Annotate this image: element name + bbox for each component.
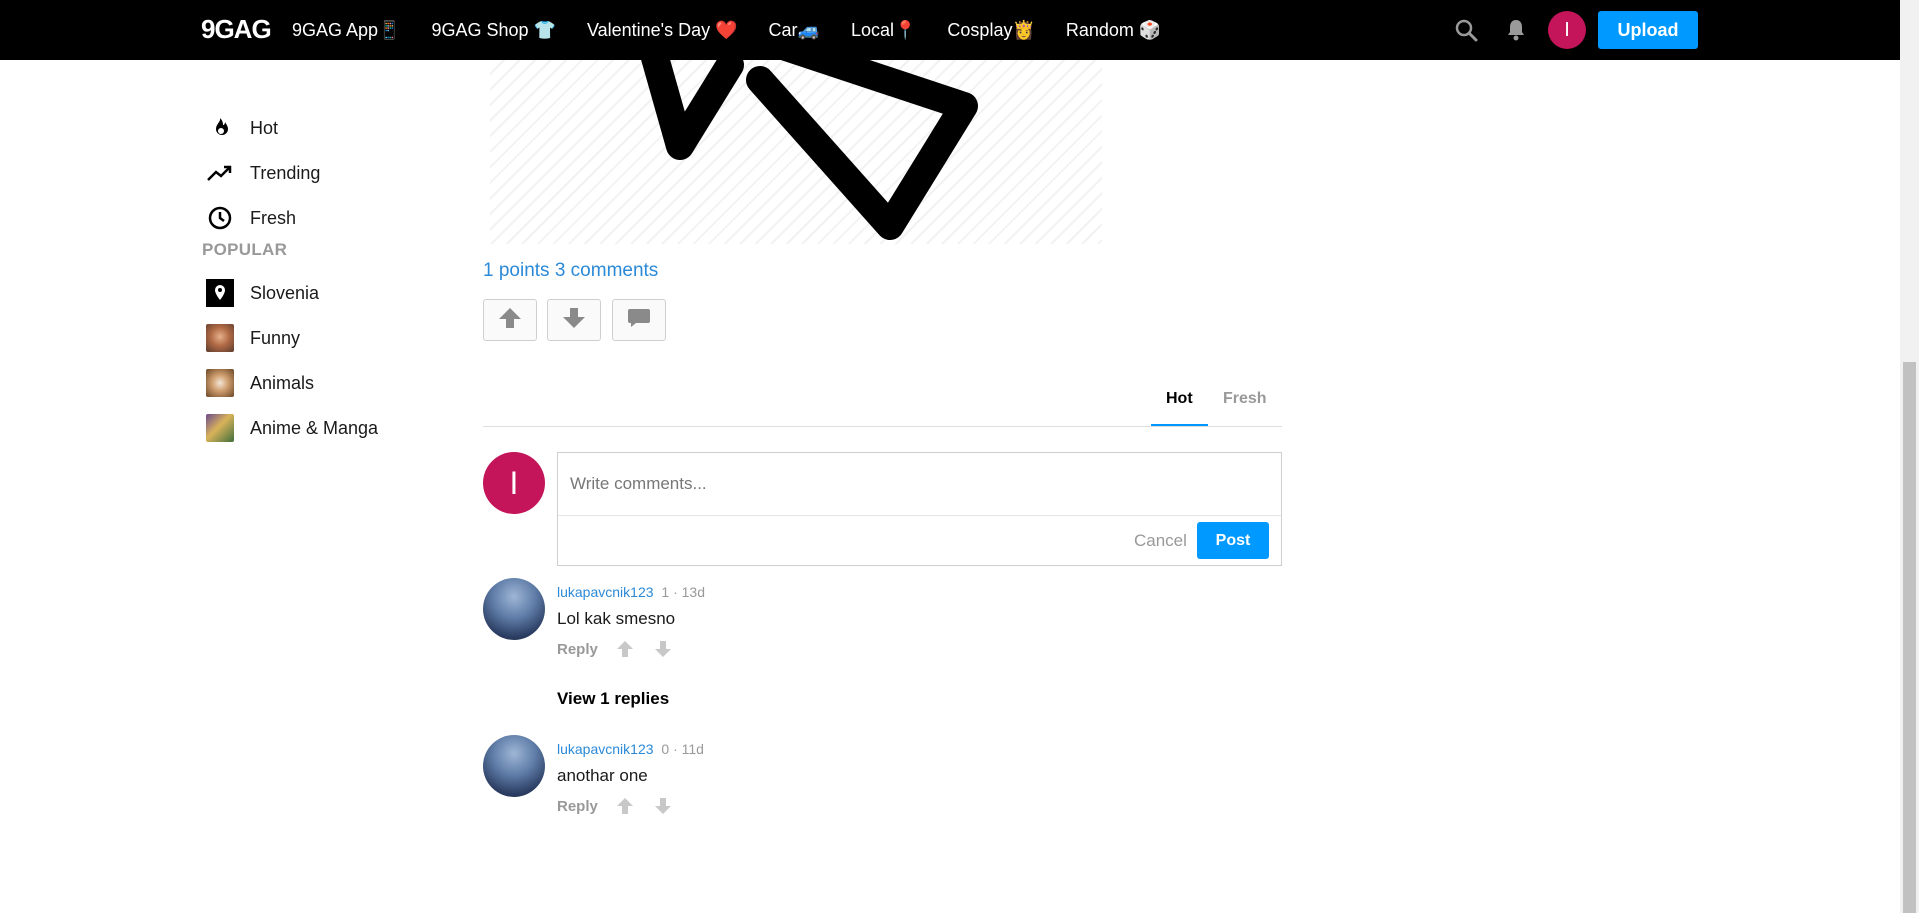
comment-header: lukapavcnik123 1 · 13d [557,584,705,600]
comment-actions: Reply [557,640,690,658]
page-scrollbar[interactable] [1900,0,1919,913]
composer-divider [558,515,1281,516]
post-comments-count[interactable]: 3 comments [555,260,658,281]
sidebar-item-label: Fresh [250,207,297,228]
sidebar-item-label: Animals [250,372,315,393]
comment-icon [626,306,652,335]
nav-item-cosplay[interactable]: Cosplay👸 [947,20,1034,41]
post-meta: 1 points 3 comments [483,260,658,282]
cancel-button[interactable]: Cancel [1134,531,1187,551]
tab-hot[interactable]: Hot [1166,390,1193,408]
scrollbar-thumb[interactable] [1903,362,1916,913]
comment-composer: Cancel Post [557,452,1282,566]
my-avatar: I [483,452,545,514]
comment-item: lukapavcnik123 1 · 13d Lol kak smesno Re… [483,578,1283,668]
comment-downvote-icon[interactable] [652,797,674,815]
nav-item-app[interactable]: 9GAG App📱 [292,20,400,41]
upload-button[interactable]: Upload [1598,11,1698,49]
comment-text: Lol kak smesno [557,609,676,628]
comment-upvote-icon[interactable] [614,640,636,658]
comment-upvote-icon[interactable] [614,797,636,815]
sidebar-item-anime[interactable]: Anime & Manga [206,410,378,446]
comment-input[interactable] [558,453,1281,515]
post-button[interactable]: Post [1197,522,1269,559]
clock-icon [206,204,234,232]
sidebar-item-hot[interactable]: Hot [206,110,278,146]
comment-actions: Reply [557,797,690,815]
top-navigation-bar: 9GAG 9GAG App📱 9GAG Shop 👕 Valentine's D… [0,0,1900,60]
downvote-button[interactable] [547,299,601,341]
bell-icon[interactable] [1504,18,1528,42]
sidebar-item-slovenia[interactable]: Slovenia [206,275,319,311]
post-image[interactable] [490,60,1102,244]
comment-time: · 13d [673,584,706,600]
comment-button[interactable] [612,299,666,341]
nav-item-car[interactable]: Car🚙 [769,20,820,41]
commenter-avatar[interactable] [483,735,545,797]
comment-username[interactable]: lukapavcnik123 [557,741,654,757]
location-pin-icon [206,279,234,307]
sidebar-item-trending[interactable]: Trending [206,155,320,191]
commenter-avatar[interactable] [483,578,545,640]
nav-item-local[interactable]: Local📍 [851,20,916,41]
search-icon[interactable] [1454,18,1478,42]
tabs-divider [483,426,1282,427]
top-nav: 9GAG App📱 9GAG Shop 👕 Valentine's Day ❤️… [292,0,1192,60]
sidebar-item-label: Slovenia [250,282,320,303]
reply-button[interactable]: Reply [557,798,598,815]
comment-points: 0 [661,741,670,757]
comment-text: anothar one [557,766,648,785]
tab-fresh[interactable]: Fresh [1223,390,1267,408]
comment-username[interactable]: lukapavcnik123 [557,584,654,600]
post-points[interactable]: 1 points [483,260,550,281]
site-logo[interactable]: 9GAG [201,14,272,45]
popular-heading: POPULAR [202,240,288,259]
view-replies-link[interactable]: View 1 replies [557,689,669,709]
trending-icon [206,159,234,187]
comment-time: · 11d [673,741,704,757]
anime-thumbnail [206,414,234,442]
nav-item-shop[interactable]: 9GAG Shop 👕 [431,20,555,41]
reply-button[interactable]: Reply [557,641,598,658]
flame-icon [206,114,234,142]
sidebar-item-label: Funny [250,327,301,348]
sidebar-item-funny[interactable]: Funny [206,320,300,356]
moon-icon[interactable] [1406,18,1430,42]
comment-downvote-icon[interactable] [652,640,674,658]
animals-thumbnail [206,369,234,397]
funny-thumbnail [206,324,234,352]
downvote-icon [561,306,587,335]
upvote-button[interactable] [483,299,537,341]
user-avatar[interactable]: I [1548,11,1586,49]
nav-item-random[interactable]: Random 🎲 [1066,20,1161,41]
sidebar-item-label: Hot [250,117,279,138]
comment-header: lukapavcnik123 0 · 11d [557,741,704,757]
nav-item-valentines[interactable]: Valentine's Day ❤️ [587,20,738,41]
sidebar-item-label: Anime & Manga [250,417,379,438]
comment-item: lukapavcnik123 0 · 11d anothar one Reply [483,735,1283,825]
sidebar-item-fresh[interactable]: Fresh [206,200,296,236]
sidebar-item-label: Trending [250,162,321,183]
sidebar-item-animals[interactable]: Animals [206,365,314,401]
comment-points: 1 [661,584,670,600]
upvote-icon [497,306,523,335]
